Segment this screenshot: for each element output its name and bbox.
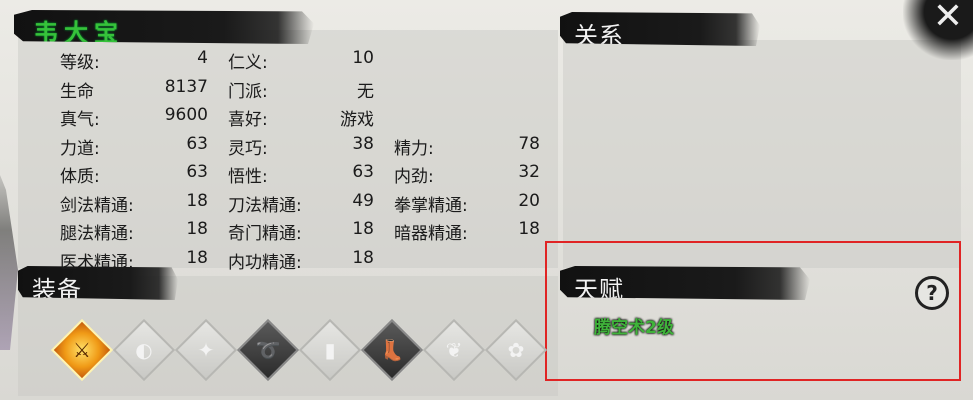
stat-label: 医术精通: xyxy=(60,252,134,273)
stat-label: 内功精通: xyxy=(228,252,302,273)
golden-weapon-icon: ⚔ xyxy=(73,338,91,362)
stat-value: 18 xyxy=(186,219,208,239)
stat-value: 无 xyxy=(357,81,374,102)
stat-label: 悟性: xyxy=(228,167,268,187)
stat-label: 刀法精通: xyxy=(228,195,302,216)
stat-label: 仁义: xyxy=(228,53,268,73)
close-icon[interactable]: ✕ xyxy=(933,0,963,37)
boots-icon: 👢 xyxy=(379,338,405,362)
stat-value: 10 xyxy=(352,48,374,68)
stat-value: 18 xyxy=(352,219,374,239)
talent-highlight-box xyxy=(545,241,961,381)
stat-label: 腿法精通: xyxy=(60,224,134,244)
stat-label: 生命 xyxy=(60,81,94,102)
stat-label: 剑法精通: xyxy=(60,195,134,216)
stat-label: 暗器精通: xyxy=(394,224,468,244)
stat-value: 63 xyxy=(186,133,208,154)
helmet-icon: ◐ xyxy=(135,338,153,362)
stats-row: 真气: 9600 喜好: 游戏 xyxy=(60,105,560,133)
stat-label: 灵巧: xyxy=(228,138,268,159)
talent-item[interactable]: 腾空术2级 xyxy=(594,313,674,338)
stat-label: 门派: xyxy=(228,81,268,102)
stat-value: 18 xyxy=(186,247,208,268)
relations-banner: 关系 xyxy=(560,12,760,46)
stats-row: 腿法精通: 18 奇门精通: 18 暗器精通: 18 xyxy=(60,219,560,247)
stat-label: 体质: xyxy=(60,167,100,187)
stat-label: 拳掌精通: xyxy=(394,195,468,216)
stat-value: 游戏 xyxy=(340,110,374,130)
stat-value: 63 xyxy=(186,162,208,182)
armor-icon: ✦ xyxy=(197,338,215,362)
help-icon[interactable]: ? xyxy=(915,276,949,310)
relations-panel xyxy=(563,40,961,268)
stat-value: 18 xyxy=(352,247,374,268)
stat-value: 18 xyxy=(518,219,540,239)
stat-label: 力道: xyxy=(60,138,100,159)
stats-row: 力道: 63 灵巧: 38 精力: 78 xyxy=(60,134,560,162)
stat-value: 38 xyxy=(352,133,374,154)
whip-icon: ➰ xyxy=(255,338,281,362)
stat-value: 20 xyxy=(518,190,540,211)
book-icon: ▮ xyxy=(324,338,336,362)
stat-label: 真气: xyxy=(60,110,100,130)
stat-value: 78 xyxy=(518,133,540,154)
stat-label: 内劲: xyxy=(394,167,434,187)
ornament-icon: ✿ xyxy=(507,338,525,362)
stat-label: 喜好: xyxy=(228,110,268,130)
stats-row: 等级: 4 仁义: 10 xyxy=(60,48,560,76)
stats-row: 体质: 63 悟性: 63 内劲: 32 xyxy=(60,162,560,190)
stat-value: 49 xyxy=(352,190,374,211)
stat-value: 32 xyxy=(518,162,540,182)
stats-row: 剑法精通: 18 刀法精通: 49 拳掌精通: 20 xyxy=(60,191,560,219)
stat-value: 8137 xyxy=(164,76,208,97)
stat-label: 等级: xyxy=(60,53,100,73)
stat-label: 精力: xyxy=(394,138,434,159)
stat-value: 9600 xyxy=(164,105,208,125)
stat-value: 4 xyxy=(197,48,208,68)
stat-label: 奇门精通: xyxy=(228,224,302,244)
wing-icon: ❦ xyxy=(445,338,463,362)
stats-row: 生命 8137 门派: 无 xyxy=(60,77,560,105)
character-name-banner: 韦大宝 xyxy=(14,10,314,44)
stats-row: 医术精通: 18 内功精通: 18 xyxy=(60,248,560,276)
stat-value: 18 xyxy=(186,190,208,211)
stat-value: 63 xyxy=(352,162,374,182)
